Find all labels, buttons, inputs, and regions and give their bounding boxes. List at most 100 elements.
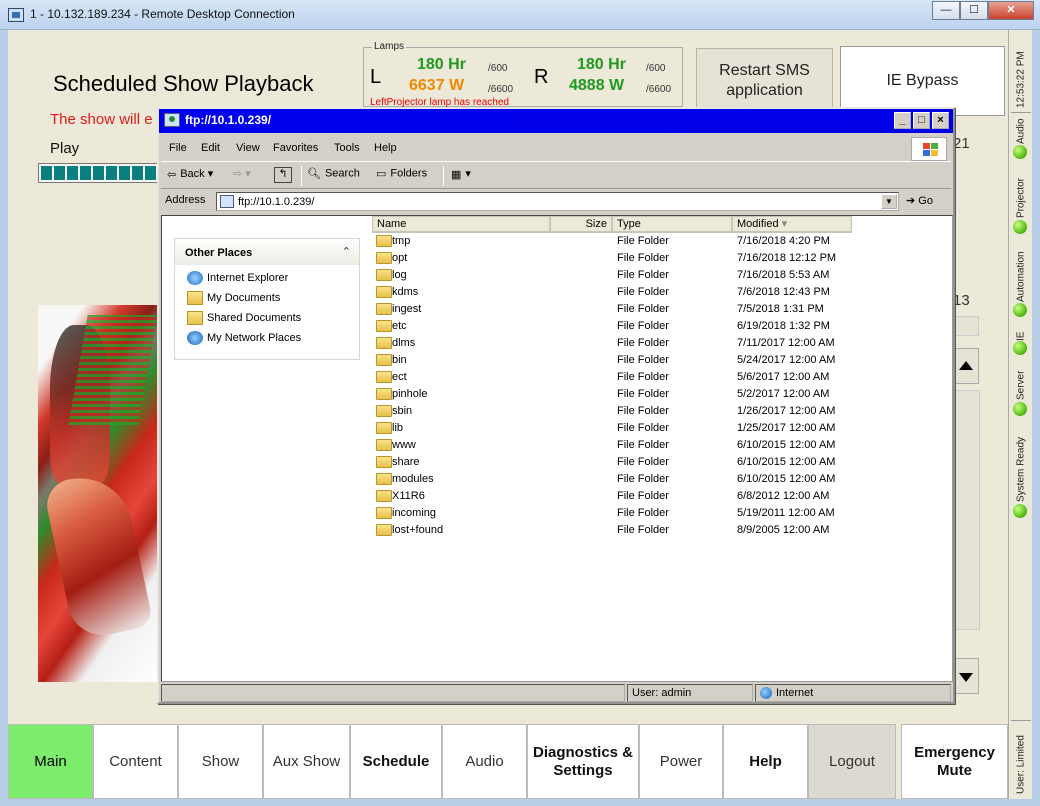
menu-help[interactable]: Help — [374, 142, 397, 154]
my-documents-icon — [187, 291, 203, 305]
ftp-toolbar: ⇦ Back ▾ ⇨ ▾ ↰ 🔍︎ Search ▭ Folders ▦ ▾ — [161, 161, 951, 189]
back-button[interactable]: ⇦ Back ▾ — [167, 167, 213, 181]
file-row[interactable]: pinhole File Folder 5/2/2017 12:00 AM — [372, 386, 952, 403]
right-value-2: 13 — [953, 292, 970, 309]
folder-icon — [376, 320, 392, 332]
other-places-title: Other Places — [185, 247, 253, 259]
internet-explorer-icon — [187, 271, 203, 285]
nav-schedule[interactable]: Schedule — [350, 724, 442, 799]
show-message: The show will e — [50, 111, 153, 128]
folder-icon — [376, 286, 392, 298]
ftp-minimize-button[interactable]: _ — [894, 112, 911, 129]
file-row[interactable]: incoming File Folder 5/19/2011 12:00 AM — [372, 505, 952, 522]
nav-content[interactable]: Content — [93, 724, 178, 799]
nav-main[interactable]: Main — [8, 724, 93, 799]
status-main — [161, 684, 625, 702]
maximize-button[interactable]: ☐ — [960, 1, 988, 20]
nav-power[interactable]: Power — [639, 724, 723, 799]
menu-tools[interactable]: Tools — [334, 142, 360, 154]
folder-icon — [376, 439, 392, 451]
ie-bypass-button[interactable]: IE Bypass — [840, 46, 1005, 116]
progress-segment — [106, 166, 117, 180]
column-size[interactable]: Size — [550, 216, 612, 233]
movie-poster-image — [38, 305, 158, 682]
file-row[interactable]: tmp File Folder 7/16/2018 4:20 PM — [372, 233, 952, 250]
ftp-close-button[interactable]: × — [932, 112, 949, 129]
file-row[interactable]: sbin File Folder 1/26/2017 12:00 AM — [372, 403, 952, 420]
page-title: Scheduled Show Playback — [53, 71, 314, 96]
menu-edit[interactable]: Edit — [201, 142, 220, 154]
file-row[interactable]: etc File Folder 6/19/2018 1:32 PM — [372, 318, 952, 335]
file-row[interactable]: lost+found File Folder 8/9/2005 12:00 AM — [372, 522, 952, 539]
place-my-documents[interactable]: My Documents — [187, 291, 280, 305]
file-row[interactable]: lib File Folder 1/25/2017 12:00 AM — [372, 420, 952, 437]
file-row[interactable]: log File Folder 7/16/2018 5:53 AM — [372, 267, 952, 284]
menu-favorites[interactable]: Favorites — [273, 142, 318, 154]
folder-icon — [376, 473, 392, 485]
place-shared-documents[interactable]: Shared Documents — [187, 311, 301, 325]
folders-button[interactable]: ▭ Folders — [376, 167, 427, 180]
nav-help[interactable]: Help — [723, 724, 808, 799]
server-status-led — [1013, 402, 1027, 416]
nav-show[interactable]: Show — [178, 724, 263, 799]
other-places-header[interactable]: Other Places ⌃ — [175, 239, 359, 265]
automation-status-led — [1013, 303, 1027, 317]
ftp-maximize-button[interactable]: □ — [913, 112, 930, 129]
folder-icon — [376, 405, 392, 417]
file-list-header: Name Size Type Modified ▾ — [372, 216, 952, 233]
file-row[interactable]: bin File Folder 5/24/2017 12:00 AM — [372, 352, 952, 369]
up-folder-button[interactable]: ↰ — [274, 167, 296, 183]
lamp-left-side: L — [370, 66, 382, 88]
nav-diagnostics-settings[interactable]: Diagnostics & Settings — [527, 724, 639, 799]
column-modified[interactable]: Modified ▾ — [732, 216, 852, 233]
playback-progress-bar — [38, 163, 163, 183]
search-icon: 🔍︎ — [307, 168, 321, 180]
ftp-window-title: ftp://10.1.0.239/ — [185, 113, 272, 127]
nav-aux-show[interactable]: Aux Show — [263, 724, 350, 799]
place-internet-explorer[interactable]: Internet Explorer — [187, 271, 288, 285]
file-row[interactable]: www File Folder 6/10/2015 12:00 AM — [372, 437, 952, 454]
nav-logout[interactable]: Logout — [808, 724, 896, 799]
ftp-titlebar[interactable]: ftp://10.1.0.239/ _ □ × — [159, 109, 953, 133]
ftp-location-icon — [220, 195, 234, 208]
emergency-mute-button[interactable]: Emergency Mute — [901, 724, 1008, 799]
file-row[interactable]: kdms File Folder 7/6/2018 12:43 PM — [372, 284, 952, 301]
sort-desc-icon: ▾ — [781, 218, 788, 230]
progress-segment — [132, 166, 143, 180]
place-my-network-places[interactable]: My Network Places — [187, 331, 301, 345]
nav-audio[interactable]: Audio — [442, 724, 527, 799]
lamp-left-hours-max: /600 — [488, 63, 508, 74]
file-row[interactable]: opt File Folder 7/16/2018 12:12 PM — [372, 250, 952, 267]
file-row[interactable]: modules File Folder 6/10/2015 12:00 AM — [372, 471, 952, 488]
status-user: User: admin — [627, 684, 753, 702]
views-icon: ▦ — [451, 168, 462, 181]
scroll-track[interactable] — [952, 390, 980, 630]
lamp-left-watts-max: /6600 — [488, 84, 514, 95]
go-button[interactable]: ➔ Go — [906, 194, 933, 207]
user-role: User: Limited — [1015, 735, 1027, 794]
remote-desktop-icon — [8, 8, 24, 22]
indicator-projector-label: Projector — [1015, 177, 1027, 218]
file-row[interactable]: ingest File Folder 7/5/2018 1:31 PM — [372, 301, 952, 318]
close-button[interactable]: ✕ — [988, 1, 1034, 20]
column-name[interactable]: Name — [372, 216, 550, 233]
menu-view[interactable]: View — [236, 142, 260, 154]
address-dropdown-button[interactable]: ▼ — [881, 194, 897, 209]
file-row[interactable]: dlms File Folder 7/11/2017 12:00 AM — [372, 335, 952, 352]
minimize-button[interactable]: — — [932, 1, 960, 20]
forward-button[interactable]: ⇨ ▾ — [233, 167, 251, 180]
column-type[interactable]: Type — [612, 216, 732, 233]
bottom-nav: Main Content Show Aux Show Schedule Audi… — [8, 724, 1008, 799]
collapse-chevron-icon[interactable]: ⌃ — [342, 245, 351, 258]
progress-segment — [119, 166, 130, 180]
address-input[interactable]: ftp://10.1.0.239/ ▼ — [216, 192, 899, 211]
menu-file[interactable]: File — [169, 142, 187, 154]
indicator-server-label: Server — [1015, 370, 1027, 400]
file-row[interactable]: share File Folder 6/10/2015 12:00 AM — [372, 454, 952, 471]
right-value-1: 21 — [953, 135, 970, 152]
file-row[interactable]: ect File Folder 5/6/2017 12:00 AM — [372, 369, 952, 386]
views-button[interactable]: ▦ ▾ — [451, 167, 471, 181]
search-button[interactable]: 🔍︎ Search — [307, 167, 360, 180]
window-title: 1 - 10.132.189.234 - Remote Desktop Conn… — [30, 7, 295, 21]
file-row[interactable]: X11R6 File Folder 6/8/2012 12:00 AM — [372, 488, 952, 505]
